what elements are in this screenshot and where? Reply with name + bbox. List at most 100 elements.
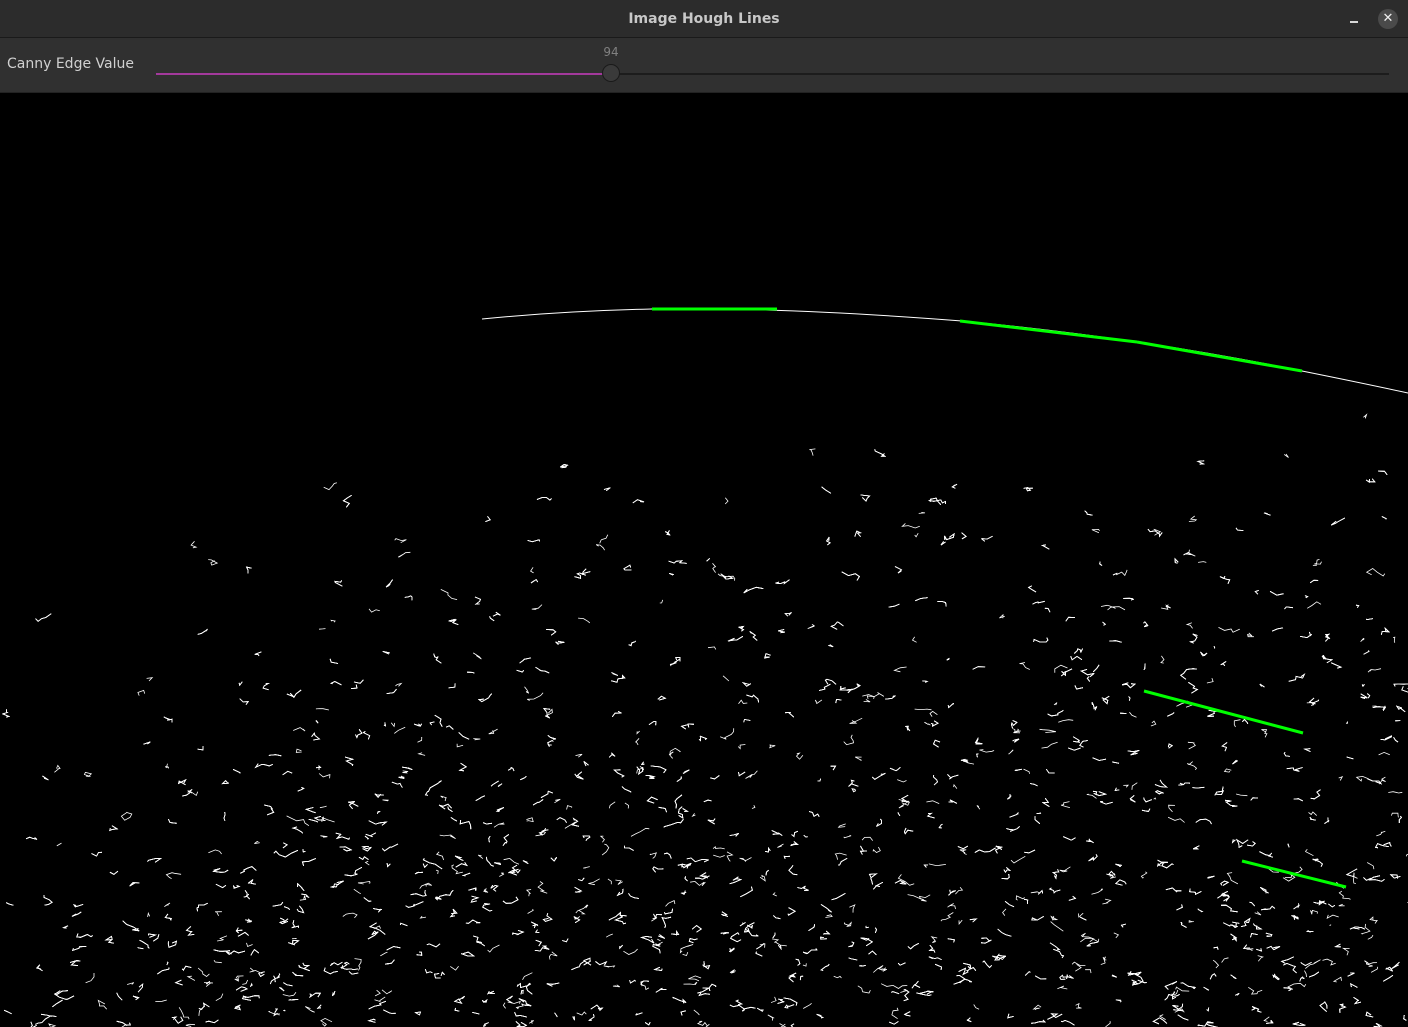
edge-fragment bbox=[254, 763, 273, 769]
edge-fragment bbox=[518, 998, 532, 1007]
edge-fragment bbox=[926, 812, 935, 819]
edge-fragment bbox=[948, 889, 956, 896]
edge-fragment bbox=[323, 967, 338, 975]
edge-fragment bbox=[999, 613, 1005, 619]
edge-fragment bbox=[208, 559, 219, 566]
edge-fragment bbox=[672, 996, 687, 1004]
edge-fragment bbox=[784, 612, 792, 617]
edge-fragment bbox=[1092, 757, 1107, 761]
edge-fragment bbox=[1389, 874, 1401, 879]
minimize-icon[interactable] bbox=[1344, 10, 1364, 30]
edge-fragment bbox=[966, 966, 972, 972]
edge-fragment bbox=[1280, 956, 1294, 964]
edge-fragment bbox=[341, 961, 350, 969]
edge-fragment bbox=[868, 950, 877, 956]
edge-fragment bbox=[741, 1008, 746, 1012]
edge-fragment bbox=[603, 487, 611, 492]
edge-fragment bbox=[477, 693, 492, 703]
close-icon[interactable]: ✕ bbox=[1378, 9, 1398, 29]
edge-fragment bbox=[385, 959, 395, 965]
edge-fragment bbox=[771, 830, 783, 836]
edge-fragment bbox=[535, 939, 542, 947]
edge-fragment bbox=[368, 820, 388, 826]
edge-fragment bbox=[386, 862, 391, 868]
edge-fragment bbox=[1287, 982, 1307, 990]
hough-lines-image bbox=[2, 93, 1408, 1027]
trackbar-track[interactable] bbox=[156, 73, 1389, 75]
edge-fragment bbox=[747, 927, 759, 937]
edge-fragment bbox=[1360, 693, 1368, 699]
edge-fragment bbox=[323, 967, 338, 975]
hough-lines bbox=[652, 307, 1347, 889]
edge-fragment bbox=[1312, 564, 1318, 566]
edge-fragment bbox=[1391, 812, 1399, 818]
edge-fragment bbox=[738, 771, 746, 777]
edge-fragment bbox=[520, 989, 524, 995]
edge-fragment bbox=[687, 723, 695, 728]
edge-fragment bbox=[390, 722, 396, 728]
edge-fragment bbox=[439, 834, 456, 840]
edge-fragment bbox=[527, 908, 534, 914]
edge-fragment bbox=[1010, 855, 1026, 864]
edge-fragment bbox=[788, 865, 798, 876]
edge-fragment bbox=[514, 1012, 527, 1018]
edge-fragment bbox=[1366, 693, 1371, 699]
edge-fragment bbox=[414, 723, 423, 727]
edge-fragment bbox=[1240, 917, 1251, 927]
edge-fragment bbox=[1292, 1021, 1306, 1026]
edge-fragment bbox=[367, 930, 379, 940]
edge-fragment bbox=[485, 516, 491, 522]
edge-fragment bbox=[329, 658, 339, 664]
edge-fragment bbox=[52, 999, 63, 1008]
edge-fragment bbox=[164, 763, 170, 769]
edge-fragment bbox=[940, 541, 946, 546]
edge-fragment bbox=[288, 999, 299, 1001]
edge-fragment bbox=[1248, 986, 1263, 995]
edge-fragment bbox=[933, 775, 938, 786]
edge-fragment bbox=[83, 771, 93, 777]
edge-fragment bbox=[1075, 1002, 1082, 1009]
edge-fragment bbox=[1123, 784, 1130, 788]
edge-fragment bbox=[1398, 815, 1403, 823]
edge-fragment bbox=[1299, 976, 1305, 982]
title-bar[interactable]: Image Hough Lines ✕ bbox=[0, 0, 1408, 38]
edge-fragment bbox=[763, 653, 771, 659]
edge-fragment bbox=[1367, 668, 1382, 673]
edge-fragment bbox=[843, 835, 852, 839]
edge-fragment bbox=[868, 873, 878, 885]
edge-fragment bbox=[353, 888, 361, 895]
edge-fragment bbox=[721, 911, 728, 917]
hough-line bbox=[1143, 689, 1304, 735]
edge-fragment bbox=[168, 819, 177, 824]
edge-fragment bbox=[1143, 663, 1146, 670]
edge-fragment bbox=[1009, 811, 1019, 818]
edge-fragment bbox=[1131, 979, 1139, 986]
edge-fragment bbox=[273, 850, 298, 858]
edge-fragment bbox=[320, 835, 328, 838]
edge-fragment bbox=[1209, 973, 1217, 980]
edge-fragment bbox=[1230, 933, 1238, 942]
edge-fragment bbox=[1306, 601, 1322, 609]
trackbar-fill bbox=[156, 73, 611, 75]
edge-fragment bbox=[616, 888, 624, 897]
edge-fragment bbox=[865, 925, 869, 929]
edge-fragment bbox=[273, 850, 298, 858]
edge-fragment bbox=[1223, 922, 1239, 928]
edge-fragment bbox=[1153, 797, 1157, 800]
edge-fragment bbox=[515, 1003, 526, 1010]
edge-fragment bbox=[250, 949, 260, 956]
edge-fragment bbox=[470, 895, 480, 903]
edge-fragment bbox=[775, 579, 790, 585]
edge-fragment bbox=[554, 1012, 558, 1018]
edge-fragment bbox=[566, 805, 573, 810]
edge-fragment bbox=[1220, 661, 1227, 667]
edge-fragment bbox=[581, 568, 591, 575]
edge-fragment bbox=[1063, 836, 1076, 841]
edge-fragment bbox=[1391, 961, 1400, 970]
edge-fragment bbox=[1324, 817, 1330, 824]
edge-fragment bbox=[1206, 1007, 1210, 1012]
edge-fragment bbox=[1249, 901, 1255, 907]
edge-fragment bbox=[373, 908, 382, 913]
edge-fragment bbox=[574, 572, 586, 579]
trackbar-thumb[interactable] bbox=[602, 64, 620, 82]
